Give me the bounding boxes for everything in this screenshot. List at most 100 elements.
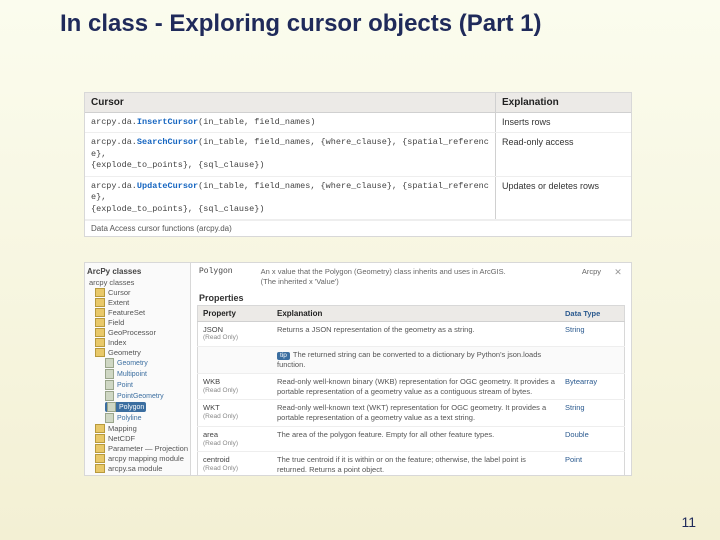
tree-sub-item[interactable]: Geometry bbox=[105, 358, 188, 368]
tree-item-label: Polygon bbox=[119, 404, 144, 411]
tree-item-label: GeoProcessor bbox=[108, 328, 156, 337]
book-icon bbox=[105, 380, 114, 390]
prop-explanation: Returns a JSON representation of the geo… bbox=[272, 321, 560, 346]
header-right-label: Arcpy bbox=[582, 267, 601, 276]
tree-item[interactable]: Extent bbox=[95, 298, 188, 307]
folder-icon bbox=[95, 298, 105, 307]
tree-sub-item-polygon[interactable]: Polygon bbox=[105, 402, 146, 412]
folder-icon bbox=[95, 308, 105, 317]
module-prefix: arcpy.da. bbox=[91, 181, 137, 191]
tree-item-label: Field bbox=[108, 318, 124, 327]
property-row: WKB(Read Only) Read-only well-known bina… bbox=[198, 373, 625, 400]
tree-item-label: arcpy mapping module bbox=[108, 454, 184, 463]
prop-name: WKB bbox=[203, 377, 220, 386]
cursor-table: Cursor Explanation arcpy.da.InsertCursor… bbox=[84, 92, 632, 237]
tree-item[interactable]: Mapping bbox=[95, 424, 188, 433]
tree-item[interactable]: arcpy mapping module bbox=[95, 454, 188, 463]
tree-item[interactable]: Parameter — Projection bbox=[95, 444, 188, 453]
tree-item[interactable]: arcpy.sa module bbox=[95, 464, 188, 473]
cursor-row: arcpy.da.UpdateCursor(in_table, field_na… bbox=[85, 177, 631, 220]
cursor-row: arcpy.da.SearchCursor(in_table, field_na… bbox=[85, 133, 631, 176]
row-explanation: Read-only access bbox=[495, 133, 631, 175]
prop-explanation: The area of the polygon feature. Empty f… bbox=[272, 426, 560, 451]
tree-item-label: Multipoint bbox=[117, 371, 147, 378]
signature-args-line2: {explode_to_points}, {sql_clause}) bbox=[91, 160, 264, 170]
prop-explanation: Read-only well-known text (WKT) represen… bbox=[272, 400, 560, 427]
row-explanation: Updates or deletes rows bbox=[495, 177, 631, 219]
tree-item-label: arcpy.sa module bbox=[108, 464, 162, 473]
module-prefix: arcpy.da. bbox=[91, 117, 137, 127]
module-prefix: arcpy.da. bbox=[91, 137, 137, 147]
folder-icon bbox=[95, 424, 105, 433]
book-icon bbox=[107, 402, 116, 412]
tree-item-label: Geometry bbox=[108, 348, 141, 357]
content-header: Polygon An x value that the Polygon (Geo… bbox=[191, 263, 631, 291]
prop-explanation: The true centroid if it is within or on … bbox=[272, 452, 560, 475]
folder-icon bbox=[95, 338, 105, 347]
readonly-label: (Read Only) bbox=[203, 440, 267, 448]
tree-pane[interactable]: ArcPy classes arcpy classes Cursor Exten… bbox=[85, 263, 191, 475]
tree-item-label: Extent bbox=[108, 298, 129, 307]
cursor-row: arcpy.da.InsertCursor(in_table, field_na… bbox=[85, 113, 631, 133]
help-panel: ArcPy classes arcpy classes Cursor Exten… bbox=[84, 262, 632, 476]
header-desc-line1: An x value that the Polygon (Geometry) c… bbox=[261, 267, 623, 277]
cursor-table-footer: Data Access cursor functions (arcpy.da) bbox=[85, 220, 631, 236]
properties-table: Property Explanation Data Type JSON(Read… bbox=[197, 305, 625, 476]
tree-item-label: Index bbox=[108, 338, 126, 347]
tree-root: ArcPy classes bbox=[87, 267, 188, 276]
readonly-label: (Read Only) bbox=[203, 413, 267, 421]
col-header-datatype: Data Type bbox=[560, 305, 625, 321]
tree-item[interactable]: NetCDF bbox=[95, 434, 188, 443]
tree-item[interactable]: Field bbox=[95, 318, 188, 327]
prop-datatype: Point bbox=[560, 452, 625, 475]
readonly-label: (Read Only) bbox=[203, 334, 267, 342]
content-pane: Polygon An x value that the Polygon (Geo… bbox=[191, 263, 631, 475]
book-icon bbox=[105, 369, 114, 379]
tree-sub-item[interactable]: Point bbox=[105, 380, 188, 390]
class-name: UpdateCursor bbox=[137, 181, 198, 191]
section-title-properties: Properties bbox=[191, 291, 631, 305]
tree-item[interactable]: Index bbox=[95, 338, 188, 347]
close-icon[interactable]: ✕ bbox=[613, 267, 623, 277]
readonly-label: (Read Only) bbox=[203, 465, 267, 473]
readonly-label: (Read Only) bbox=[203, 387, 267, 395]
folder-icon bbox=[95, 288, 105, 297]
property-row: area(Read Only) The area of the polygon … bbox=[198, 426, 625, 451]
signature-args-line2: {explode_to_points}, {sql_clause}) bbox=[91, 204, 264, 214]
tree-item-label: Geometry bbox=[117, 360, 148, 367]
cursor-table-header: Cursor Explanation bbox=[85, 93, 631, 113]
tree-sub-item[interactable]: Polyline bbox=[105, 413, 188, 423]
class-name: SearchCursor bbox=[137, 137, 198, 147]
tree-item[interactable]: FeatureSet bbox=[95, 308, 188, 317]
tree-item-label: Point bbox=[117, 382, 133, 389]
tree-sub-item[interactable]: PointGeometry bbox=[105, 391, 188, 401]
col-header-cursor: Cursor bbox=[85, 93, 495, 112]
col-header-explanation: Explanation bbox=[495, 93, 631, 112]
page-number: 11 bbox=[681, 514, 696, 530]
header-desc-line2: (The inherited x 'Value') bbox=[261, 277, 623, 287]
property-row: WKT(Read Only) Read-only well-known text… bbox=[198, 400, 625, 427]
tree-item[interactable]: Cursor bbox=[95, 288, 188, 297]
folder-icon bbox=[95, 328, 105, 337]
class-name: InsertCursor bbox=[137, 117, 198, 127]
tree-item-label: Mapping bbox=[108, 424, 137, 433]
prop-datatype: String bbox=[560, 321, 625, 346]
book-icon bbox=[105, 413, 114, 423]
folder-icon bbox=[95, 444, 105, 453]
tree-item[interactable]: GeoProcessor bbox=[95, 328, 188, 337]
folder-icon bbox=[95, 464, 105, 473]
prop-datatype: String bbox=[560, 400, 625, 427]
prop-datatype: Bytearray bbox=[560, 373, 625, 400]
tip-badge: tip bbox=[277, 352, 290, 360]
tree-item-label: PointGeometry bbox=[117, 393, 164, 400]
tree-item-geometry[interactable]: Geometry bbox=[95, 348, 188, 357]
prop-datatype: Double bbox=[560, 426, 625, 451]
tree-sub-item[interactable]: Multipoint bbox=[105, 369, 188, 379]
tree-item-label: Parameter — Projection bbox=[108, 444, 188, 453]
col-header-explanation: Explanation bbox=[272, 305, 560, 321]
folder-icon bbox=[95, 348, 105, 357]
tip-text: The returned string can be converted to … bbox=[277, 350, 541, 369]
signature-args: (in_table, field_names) bbox=[198, 117, 315, 127]
col-header-property: Property bbox=[198, 305, 273, 321]
property-row: JSON(Read Only) Returns a JSON represent… bbox=[198, 321, 625, 346]
